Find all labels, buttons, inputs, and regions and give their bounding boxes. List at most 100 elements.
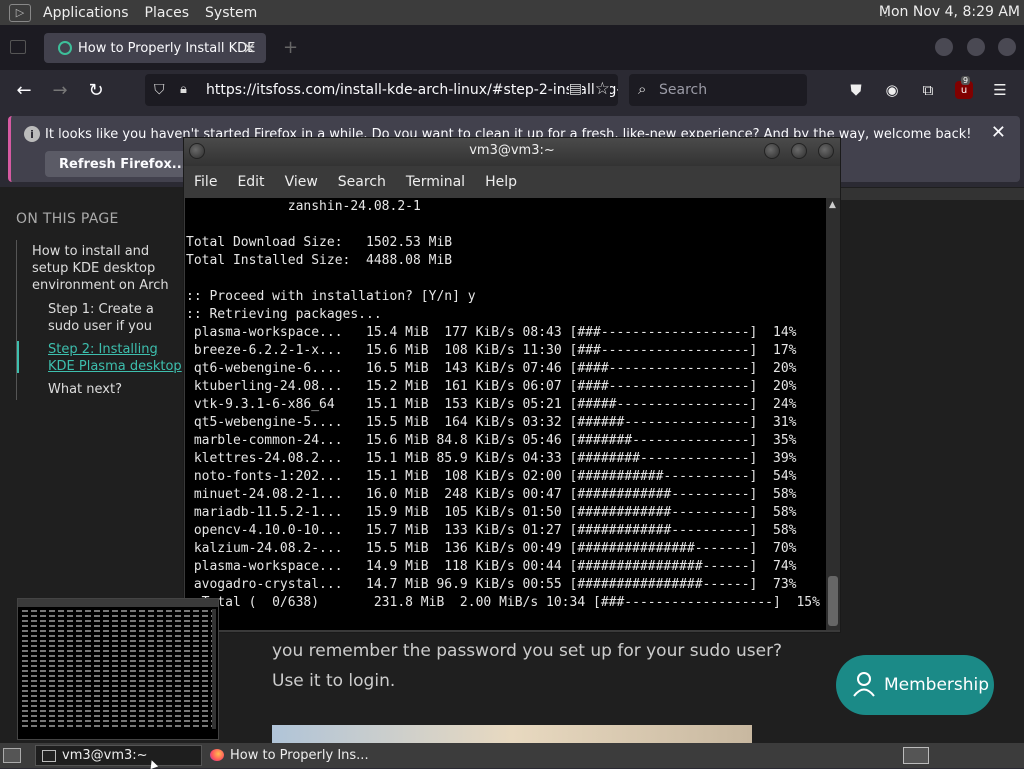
download-progress-row: qt5-webengine-5.... 15.5 MiB 164 KiB/s 0…	[186, 415, 797, 430]
menu-terminal[interactable]: Terminal	[396, 174, 475, 190]
terminal-window[interactable]: vm3@vm3:~ File Edit View Search Terminal…	[183, 137, 841, 633]
tab-close-icon[interactable]: ×	[243, 38, 256, 57]
search-input[interactable]: ⌕ Search	[629, 74, 807, 106]
preview-line	[22, 630, 214, 632]
membership-button[interactable]: Membership	[836, 655, 994, 715]
taskbar-item-firefox[interactable]: How to Properly Ins...	[204, 745, 414, 766]
toc-item-active[interactable]: Step 2: Installing KDE Plasma desktop	[48, 341, 184, 375]
places-menu[interactable]: Places	[137, 5, 198, 21]
terminal-scrollbar[interactable]: ▲	[826, 198, 840, 630]
preview-line	[22, 705, 214, 707]
account-icon[interactable]: ◉	[882, 81, 902, 99]
preview-line	[22, 685, 214, 687]
download-progress-row: klettres-24.08.2... 15.1 MiB 85.9 KiB/s …	[186, 451, 797, 466]
reload-icon[interactable]: ↻	[85, 80, 107, 101]
scroll-up-arrow-icon[interactable]: ▲	[829, 200, 836, 210]
url-bar[interactable]: ⛉ 🔒︎ https://itsfoss.com/install-kde-arc…	[145, 74, 618, 106]
clock[interactable]: Mon Nov 4, 8:29 AM	[879, 4, 1020, 20]
applications-menu[interactable]: Applications	[35, 5, 137, 21]
terminal-line: :: Proceed with installation? [Y/n] y	[186, 289, 476, 304]
menu-search[interactable]: Search	[328, 174, 396, 190]
user-icon	[853, 672, 875, 697]
terminal-line: Total Installed Size: 4488.08 MiB	[186, 253, 453, 268]
back-arrow-icon[interactable]: ←	[13, 80, 35, 101]
search-placeholder: Search	[659, 82, 708, 98]
terminal-icon	[42, 750, 56, 762]
download-progress-row: plasma-workspace... 15.4 MiB 177 KiB/s 0…	[186, 325, 797, 340]
tracking-protection-shield-icon[interactable]: ⛉	[154, 82, 165, 98]
system-menu[interactable]: System	[197, 5, 265, 21]
close-window-button[interactable]	[998, 38, 1016, 56]
menu-help[interactable]: Help	[475, 174, 527, 190]
preview-line	[22, 655, 214, 657]
close-button[interactable]	[818, 143, 834, 159]
preview-line	[22, 710, 214, 712]
preview-line	[22, 650, 214, 652]
download-progress-row: noto-fonts-1:202... 15.1 MiB 108 KiB/s 0…	[186, 469, 797, 484]
download-progress-row: breeze-6.2.2-1-x... 15.6 MiB 108 KiB/s 1…	[186, 343, 797, 358]
tab-title: How to Properly Install KDE	[78, 40, 256, 56]
hamburger-menu-icon[interactable]: ☰	[990, 81, 1010, 99]
download-progress-row: kalzium-24.08.2-... 15.5 MiB 136 KiB/s 0…	[186, 541, 797, 556]
scrollbar-thumb[interactable]	[828, 576, 838, 626]
top-panel: ▷ Applications Places System ⋮ Mon Nov 4…	[0, 0, 1024, 25]
refresh-firefox-button[interactable]: Refresh Firefox...	[45, 151, 201, 177]
pocket-icon[interactable]: ⛊	[846, 81, 866, 99]
toc-item[interactable]: What next?	[48, 381, 122, 398]
preview-line	[22, 670, 214, 672]
menu-edit[interactable]: Edit	[227, 174, 274, 190]
article-paragraph: you remember the password you set up for…	[272, 636, 782, 696]
preview-line	[22, 690, 214, 692]
download-progress-row: qt6-webengine-6.... 16.5 MiB 143 KiB/s 0…	[186, 361, 797, 376]
taskbar-item-label: How to Properly Ins...	[230, 748, 369, 763]
ublock-blocked-count-badge: 9	[961, 76, 971, 85]
preview-line	[22, 620, 214, 622]
menu-file[interactable]: File	[184, 174, 227, 190]
preview-line	[22, 720, 214, 722]
distro-logo-icon[interactable]: ▷	[9, 3, 31, 22]
toc-item[interactable]: Step 1: Create a sudo user if you have o…	[48, 301, 184, 335]
terminal-window-preview[interactable]	[17, 598, 219, 740]
url-text[interactable]: https://itsfoss.com/install-kde-arch-lin…	[206, 82, 618, 98]
toc-title: ON THIS PAGE	[16, 211, 119, 227]
minimize-window-button[interactable]	[935, 38, 953, 56]
maximize-window-button[interactable]	[967, 38, 985, 56]
menu-view[interactable]: View	[275, 174, 328, 190]
download-progress-row: plasma-workspace... 14.9 MiB 118 KiB/s 0…	[186, 559, 797, 574]
article-image	[272, 725, 752, 743]
terminal-titlebar[interactable]: vm3@vm3:~	[184, 138, 840, 166]
preview-line	[22, 625, 214, 627]
close-notification-icon[interactable]: ✕	[991, 122, 1006, 143]
lock-icon[interactable]: 🔒︎	[180, 82, 187, 97]
download-progress-row: vtk-9.3.1-6-x86_64 15.1 MiB 153 KiB/s 05…	[186, 397, 797, 412]
new-tab-icon[interactable]: +	[283, 37, 298, 58]
preview-line	[22, 665, 214, 667]
preview-line	[22, 700, 214, 702]
browser-tab[interactable]: How to Properly Install KDE ×	[44, 33, 266, 63]
taskbar-item-terminal[interactable]: vm3@vm3:~	[35, 745, 202, 766]
minimize-button[interactable]	[764, 143, 780, 159]
terminal-output[interactable]: zanshin-24.08.2-1 Total Download Size: 1…	[185, 198, 826, 630]
search-icon: ⌕	[638, 80, 647, 98]
bookmark-star-icon[interactable]: ☆	[594, 79, 610, 99]
article-line: you remember the password you set up for…	[272, 641, 783, 661]
download-progress-row: minuet-24.08.2-1... 16.0 MiB 248 KiB/s 0…	[186, 487, 797, 502]
maximize-button[interactable]	[791, 143, 807, 159]
reader-view-icon[interactable]: ▤	[568, 81, 582, 97]
preview-line	[22, 635, 214, 637]
preview-line	[22, 660, 214, 662]
extensions-icon[interactable]: ⧉	[918, 81, 938, 99]
preview-line	[22, 640, 214, 642]
download-progress-row: mariadb-11.5.2-1... 15.9 MiB 105 KiB/s 0…	[186, 505, 797, 520]
taskbar-item-label: vm3@vm3:~	[62, 748, 148, 763]
window-menu-button[interactable]	[189, 143, 205, 159]
preview-line	[22, 610, 214, 612]
list-all-tabs-icon[interactable]	[10, 40, 26, 54]
download-progress-row: opencv-4.10.0-10... 15.7 MiB 133 KiB/s 0…	[186, 523, 797, 538]
forward-arrow-icon[interactable]: →	[49, 80, 71, 101]
workspace-switcher[interactable]	[903, 747, 929, 764]
toc-item[interactable]: How to install and setup KDE desktop env…	[32, 243, 184, 294]
toc-rail	[16, 240, 17, 400]
show-desktop-icon[interactable]	[3, 748, 21, 763]
